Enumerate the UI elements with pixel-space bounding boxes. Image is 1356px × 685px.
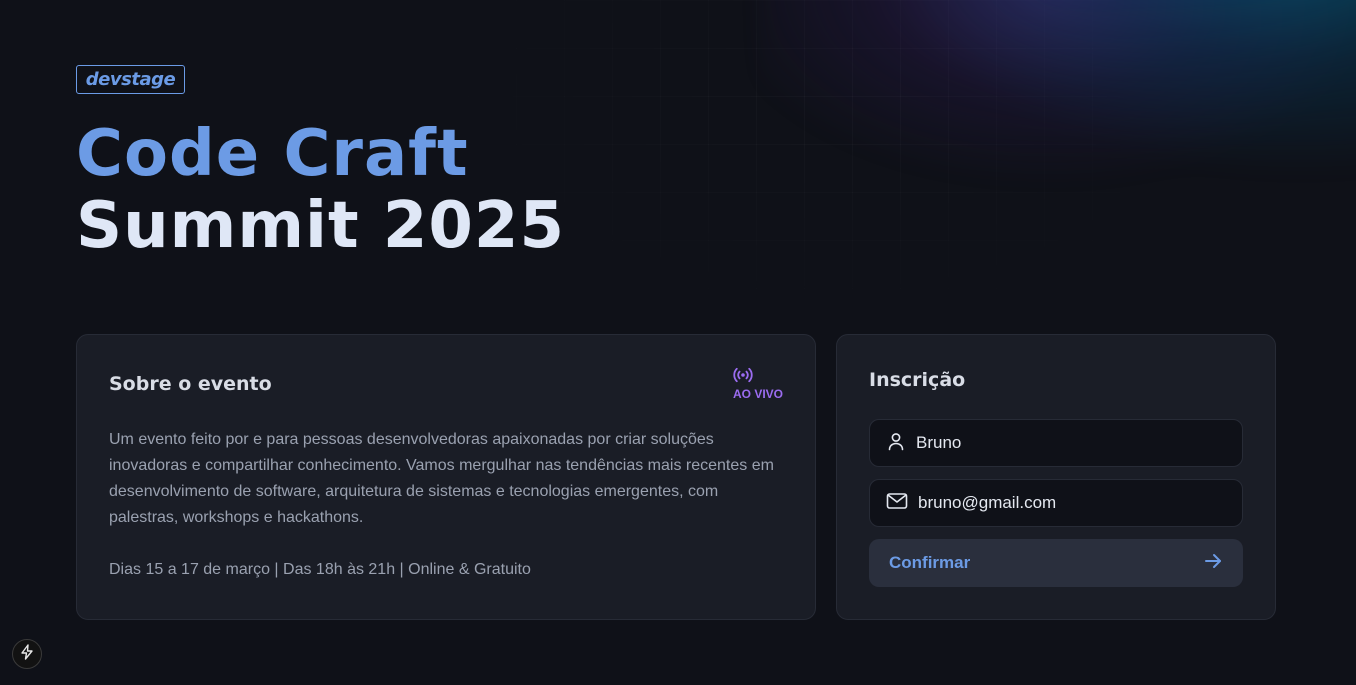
email-input[interactable] bbox=[918, 493, 1218, 513]
about-description: Um evento feito por e para pessoas desen… bbox=[109, 431, 774, 526]
subscription-card: Inscrição Confirmar bbox=[836, 334, 1276, 620]
name-input[interactable] bbox=[916, 433, 1216, 453]
radio-broadcast-icon bbox=[733, 367, 753, 387]
live-badge: AO VIVO bbox=[733, 367, 783, 401]
page: devstage Code Craft Summit 2025 Sobre o … bbox=[0, 0, 1356, 685]
email-field[interactable] bbox=[869, 479, 1243, 527]
devstage-logo: devstage bbox=[76, 65, 185, 94]
arrow-right-icon bbox=[1203, 551, 1223, 576]
page-title: Code Craft Summit 2025 bbox=[76, 118, 565, 262]
user-icon bbox=[886, 431, 906, 455]
lightning-bolt-icon bbox=[20, 644, 34, 664]
confirm-label: Confirmar bbox=[889, 553, 971, 572]
name-field[interactable] bbox=[869, 419, 1243, 467]
about-title: Sobre o evento bbox=[109, 373, 272, 395]
confirm-button[interactable]: Confirmar bbox=[869, 539, 1243, 587]
live-badge-label: AO VIVO bbox=[732, 387, 783, 401]
title-line-2: Summit 2025 bbox=[76, 189, 565, 263]
logo-text: devstage bbox=[85, 69, 176, 90]
event-details: Dias 15 a 17 de março | Das 18h às 21h |… bbox=[109, 561, 531, 578]
mail-icon bbox=[886, 492, 908, 514]
about-card: Sobre o evento AO VIVO Um evento feito p… bbox=[76, 334, 816, 620]
devtools-button[interactable] bbox=[12, 639, 42, 669]
subscription-title: Inscrição bbox=[869, 369, 966, 391]
title-line-1: Code Craft bbox=[76, 117, 469, 191]
